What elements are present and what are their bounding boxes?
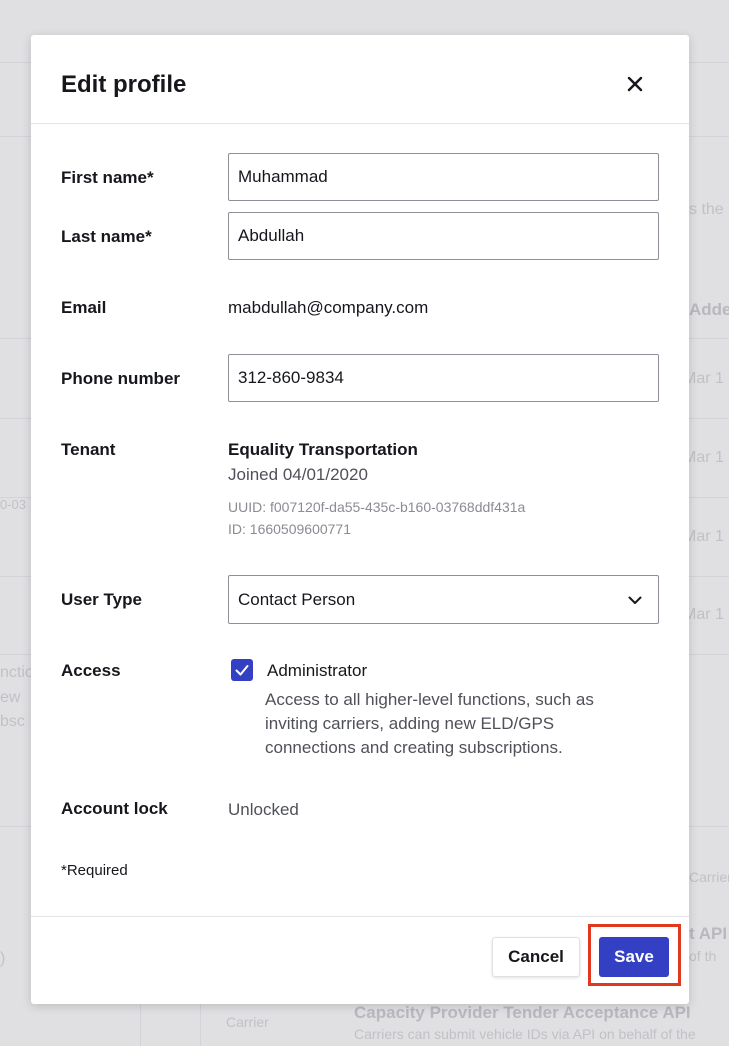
required-note: *Required bbox=[61, 862, 128, 879]
close-button[interactable] bbox=[623, 72, 647, 96]
modal-header: Edit profile bbox=[31, 35, 689, 124]
email-value: mabdullah@company.com bbox=[228, 298, 429, 317]
tenant-joined-date: Joined 04/01/2020 bbox=[228, 465, 368, 484]
account-lock-value: Unlocked bbox=[228, 800, 299, 819]
access-label: Access bbox=[61, 661, 121, 680]
modal-footer: Cancel Save bbox=[31, 916, 689, 1004]
tenant-name: Equality Transportation bbox=[228, 440, 418, 459]
last-name-input[interactable] bbox=[228, 212, 659, 260]
chevron-down-icon bbox=[628, 596, 642, 604]
user-type-label: User Type bbox=[61, 590, 142, 609]
administrator-label: Administrator bbox=[267, 661, 368, 680]
tenant-label: Tenant bbox=[61, 440, 116, 459]
administrator-checkbox[interactable] bbox=[231, 659, 253, 681]
checkmark-icon bbox=[235, 665, 249, 676]
edit-profile-dialog: Edit profile First name* Last name* Emai… bbox=[31, 35, 689, 1004]
first-name-input[interactable] bbox=[228, 153, 659, 201]
last-name-label: Last name* bbox=[61, 227, 152, 246]
account-lock-label: Account lock bbox=[61, 799, 168, 818]
save-button[interactable]: Save bbox=[599, 937, 669, 977]
user-type-selected-value: Contact Person bbox=[238, 590, 356, 609]
phone-number-input[interactable] bbox=[228, 354, 659, 402]
tenant-uuid: UUID: f007120f-da55-435c-b160-03768ddf43… bbox=[228, 499, 526, 515]
administrator-description: Access to all higher-level functions, su… bbox=[265, 690, 594, 757]
modal-title: Edit profile bbox=[61, 71, 187, 98]
email-label: Email bbox=[61, 298, 107, 317]
close-icon bbox=[627, 76, 643, 92]
user-type-select[interactable]: Contact Person bbox=[228, 575, 659, 624]
cancel-button[interactable]: Cancel bbox=[492, 937, 580, 977]
phone-number-label: Phone number bbox=[61, 369, 181, 388]
first-name-label: First name* bbox=[61, 168, 154, 187]
tenant-id: ID: 1660509600771 bbox=[228, 521, 351, 537]
